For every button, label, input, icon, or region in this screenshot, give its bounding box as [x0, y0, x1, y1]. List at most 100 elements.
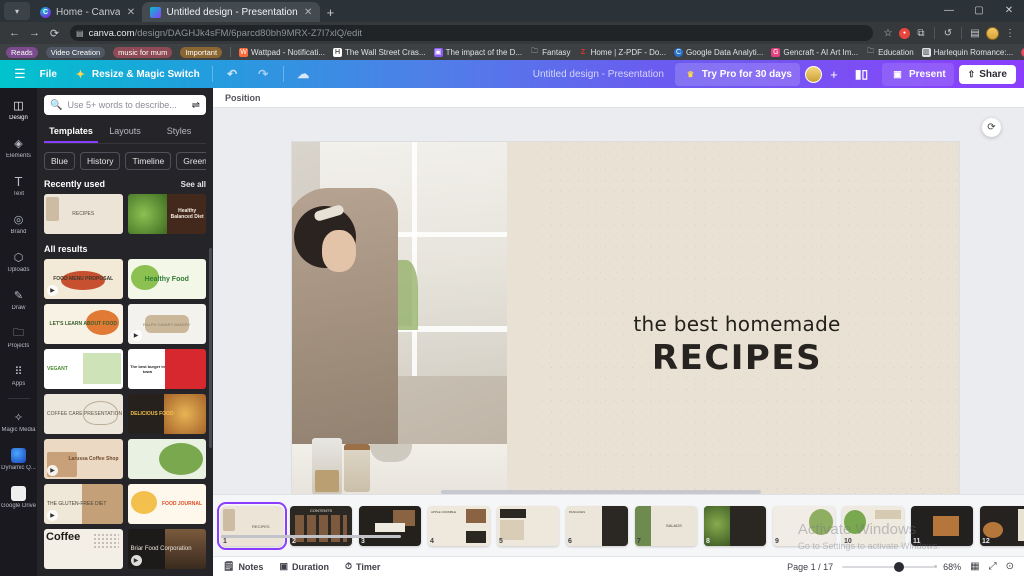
bookmark-item[interactable]: Video Creation — [45, 46, 106, 58]
template-thumb[interactable]: VEGANT — [44, 349, 123, 389]
play-icon[interactable]: ▶ — [130, 330, 142, 341]
filmstrip-slide[interactable]: 8 — [704, 505, 766, 546]
filmstrip-slide[interactable]: 3 — [359, 505, 421, 546]
try-pro-button[interactable]: ♛ Try Pro for 30 days — [674, 62, 800, 86]
resize-magic-switch-button[interactable]: ✦ Resize & Magic Switch — [65, 64, 208, 84]
filmstrip-slide[interactable]: 12 — [980, 505, 1024, 546]
grid-view-icon[interactable]: ▦ — [970, 561, 979, 572]
filmstrip-scrollbar[interactable] — [221, 535, 401, 538]
filmstrip-slide[interactable]: APPLE CRUMBLE 4 — [428, 505, 490, 546]
duration-button[interactable]: ▣ Duration — [279, 561, 329, 572]
template-thumb[interactable]: LET'S LEARN ABOUT FOOD — [44, 304, 123, 344]
template-thumb[interactable]: FOOD MENU PROPOSAL ▶ — [44, 259, 123, 299]
reload-icon[interactable]: ⟳ — [46, 25, 63, 42]
reading-list-icon[interactable]: ▤ — [967, 25, 983, 41]
document-title[interactable]: Untitled design - Presentation — [533, 69, 664, 80]
filmstrip-slide[interactable]: SALADS 7 — [635, 505, 697, 546]
template-thumb[interactable]: COFFEE CARE PRESENTATION — [44, 394, 123, 434]
rail-item-design[interactable]: ◫ Design — [1, 91, 37, 128]
bookmark-item[interactable]: 🗀 Education — [866, 48, 914, 57]
zoom-slider[interactable] — [842, 561, 938, 572]
template-thumb[interactable] — [127, 439, 206, 479]
play-icon[interactable]: ▶ — [130, 555, 142, 566]
bookmark-item[interactable]: 🗀 Fantasy — [530, 48, 570, 57]
bookmark-item[interactable]: W Wattpad - Notificati... — [239, 47, 325, 57]
add-collaborator-button[interactable]: + — [827, 67, 841, 82]
rail-item-apps[interactable]: ⠿ Apps — [1, 357, 37, 394]
search-input[interactable]: 🔍 Use 5+ words to describe... ⇌ — [44, 95, 206, 115]
extensions-icon[interactable]: ⧉ — [913, 25, 929, 41]
extension-red-icon[interactable]: ● — [899, 27, 910, 39]
filmstrip-slide[interactable]: 11 — [911, 505, 973, 546]
new-tab-button[interactable]: + — [320, 5, 342, 22]
tab-styles[interactable]: Styles — [152, 122, 206, 143]
rail-item-draw[interactable]: ✎ Draw — [1, 281, 37, 318]
cloud-saved-icon[interactable]: ☁ — [288, 64, 319, 84]
bookmark-item[interactable]: Reads — [6, 46, 38, 58]
rail-item-brand[interactable]: ◎ Brand — [1, 205, 37, 242]
rail-item-projects[interactable]: 🗀 Projects — [1, 319, 37, 356]
forward-icon[interactable]: → — [26, 25, 43, 42]
sliders-icon[interactable]: ⇌ — [192, 100, 200, 111]
close-icon[interactable]: ✕ — [303, 7, 314, 18]
help-icon[interactable]: ⊙ — [1006, 561, 1014, 572]
file-menu-button[interactable]: File — [32, 64, 65, 84]
back-icon[interactable]: ← — [6, 25, 23, 42]
filmstrip-slide[interactable]: 10 — [842, 505, 904, 546]
chip-green[interactable]: Green — [176, 152, 206, 170]
template-thumb[interactable]: Healthy Balanced Diet — [127, 194, 206, 234]
redo-icon[interactable]: ↷ — [248, 64, 279, 84]
filmstrip-slide[interactable]: 5 — [497, 505, 559, 546]
template-thumb[interactable]: Healthy Food — [127, 259, 206, 299]
chip-history[interactable]: History — [80, 152, 121, 170]
rail-item-dynamic-qr[interactable]: Dynamic Q... — [1, 441, 37, 478]
tab-search-button[interactable]: ▾ — [4, 2, 30, 20]
avatar[interactable] — [804, 65, 822, 83]
bookmark-star-icon[interactable]: ☆ — [880, 25, 896, 41]
template-thumb[interactable]: RALPH CAVARY BAKERY ▶ — [127, 304, 206, 344]
undo-icon[interactable]: ↶ — [217, 64, 248, 84]
template-thumb[interactable]: DELICIOUS FOOD — [127, 394, 206, 434]
play-icon[interactable]: ▶ — [47, 510, 58, 521]
play-icon[interactable]: ▶ — [47, 465, 58, 476]
more-menu-icon[interactable]: ⋮ — [1002, 25, 1018, 41]
maximize-icon[interactable]: ▢ — [964, 0, 994, 22]
template-thumb[interactable]: Larussa Coffee Shop ▶ — [44, 439, 123, 479]
bookmark-item[interactable]: music for mum — [113, 46, 173, 58]
filmstrip-slide[interactable]: CONTENTS 2 — [290, 505, 352, 546]
close-window-icon[interactable]: ✕ — [994, 0, 1024, 22]
see-all-link[interactable]: See all — [181, 180, 206, 189]
chip-timeline[interactable]: Timeline — [125, 152, 172, 170]
rail-item-google-drive[interactable]: Google Drive — [1, 479, 37, 516]
bookmark-item[interactable]: G Gencraft - AI Art Im... — [771, 47, 858, 57]
template-thumb[interactable]: Briar Food Corporation ▶ — [127, 529, 206, 569]
history-icon[interactable]: ↺ — [940, 25, 956, 41]
canvas-area[interactable]: ⟳ the best homemade RECIPES — [213, 108, 1024, 516]
zoom-slider-knob[interactable] — [894, 561, 905, 572]
minimize-icon[interactable]: — — [934, 0, 964, 22]
timer-button[interactable]: ⏱ Timer — [345, 561, 380, 572]
fullscreen-icon[interactable]: ⤢ — [989, 561, 997, 572]
close-icon[interactable]: ✕ — [125, 7, 136, 18]
template-thumb[interactable]: FOOD JOURNAL — [127, 484, 206, 524]
tab-templates[interactable]: Templates — [44, 122, 98, 143]
slide-canvas[interactable]: the best homemade RECIPES ⌄ ✦ — [292, 142, 959, 516]
template-thumb[interactable]: THE GLUTEN-FREE DIET ▶ — [44, 484, 123, 524]
present-button[interactable]: ▣ Present — [881, 62, 954, 86]
rail-item-uploads[interactable]: ⬡ Uploads — [1, 243, 37, 280]
position-button[interactable]: Position — [225, 93, 261, 103]
template-thumb[interactable]: RECIPES — [44, 194, 123, 234]
chip-blue[interactable]: Blue — [44, 152, 76, 170]
filmstrip-slide[interactable]: 9 — [773, 505, 835, 546]
profile-avatar[interactable] — [986, 26, 999, 40]
bookmark-item[interactable]: C Google Data Analyti... — [673, 47, 763, 57]
bookmark-item[interactable]: Z Home | Z-PDF - Do... — [579, 48, 666, 57]
rotate-icon[interactable]: ⟳ — [982, 118, 1001, 137]
rail-item-magic-media[interactable]: ✧ Magic Media — [1, 403, 37, 440]
rail-item-text[interactable]: T Text — [1, 167, 37, 204]
bookmark-item[interactable]: H The Wall Street Cras... — [332, 47, 426, 57]
browser-tab-1[interactable]: Untitled design - Presentation ✕ — [142, 2, 320, 22]
bookmark-item[interactable]: ▥ Harlequin Romance:... — [921, 47, 1013, 57]
tab-layouts[interactable]: Layouts — [98, 122, 152, 143]
panel-scrollbar[interactable] — [209, 248, 212, 448]
